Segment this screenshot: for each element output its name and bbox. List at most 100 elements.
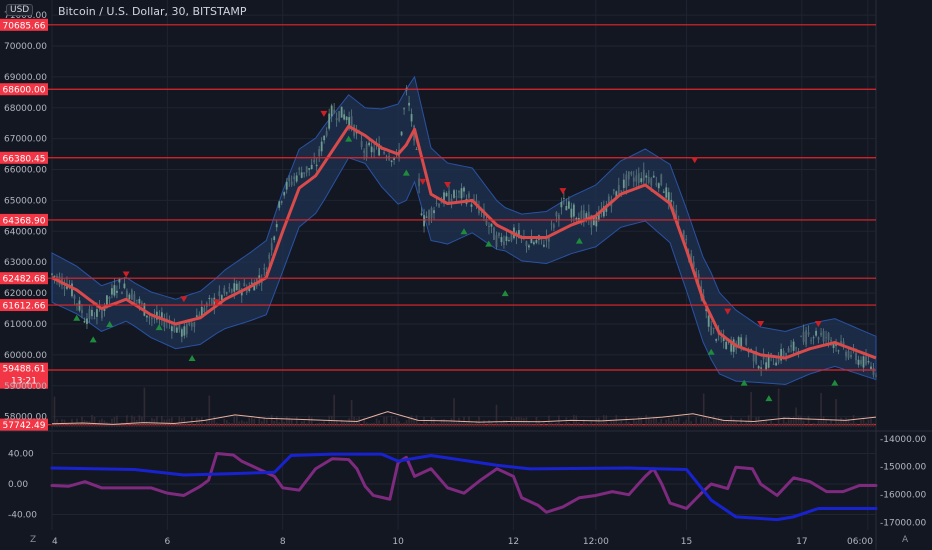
volume-bar: [400, 423, 403, 427]
candle-body: [775, 362, 778, 366]
candle-body: [183, 326, 186, 336]
volume-bar: [827, 423, 830, 427]
candle-body: [772, 364, 775, 365]
volume-bar: [802, 421, 805, 427]
volume-bar: [323, 421, 325, 427]
candle-body: [340, 106, 343, 118]
volume-bar: [315, 423, 318, 427]
volume-bar: [458, 417, 460, 427]
candle-body: [625, 174, 628, 188]
volume-bar: [755, 416, 757, 427]
osc-left-tick: -40.00: [8, 511, 37, 521]
candle-body: [498, 232, 500, 236]
auto-scale-button[interactable]: A: [902, 535, 908, 545]
candle-body: [420, 213, 423, 216]
candle-body: [345, 116, 348, 121]
volume-bar: [740, 418, 742, 427]
candle-body: [622, 179, 625, 188]
volume-bar: [368, 423, 370, 427]
volume-bar: [300, 421, 303, 427]
volume-bar: [203, 423, 206, 427]
volume-bar: [655, 417, 658, 427]
candle-body: [328, 113, 331, 129]
candle-body: [370, 146, 373, 153]
candle-body: [505, 236, 508, 242]
time-axis-tick: 4: [52, 537, 58, 547]
volume-bar: [737, 424, 740, 427]
volume-bar: [690, 421, 693, 427]
time-axis-tick: 12:00: [583, 537, 609, 547]
volume-bar: [860, 420, 862, 427]
candle-body: [470, 204, 473, 207]
level-tag-label: 68600.00: [3, 86, 46, 96]
candle-body: [185, 324, 188, 335]
volume-bar: [575, 415, 578, 427]
candle-body: [508, 240, 510, 241]
candle-body: [642, 169, 645, 181]
candle-body: [148, 316, 151, 318]
volume-bar: [862, 417, 865, 427]
candle-body: [225, 292, 228, 294]
candle-body: [582, 210, 585, 220]
price-chart[interactable]: 70685.66 68600.00 66380.45 64368.90 62482.68…: [0, 0, 932, 550]
volume-bar: [350, 399, 353, 427]
volume-bar: [820, 392, 822, 427]
volume-bar: [453, 398, 455, 427]
volume-bar: [630, 424, 633, 427]
candle-body: [88, 309, 91, 319]
volume-bar: [443, 418, 445, 427]
volume-bar: [188, 424, 191, 427]
candle-body: [865, 356, 867, 365]
candle-body: [757, 366, 760, 369]
volume-bar: [93, 416, 96, 427]
price-axis-tick: 69000.00: [4, 73, 47, 83]
candle-body: [298, 168, 301, 170]
volume-bar: [158, 423, 161, 427]
volume-bar: [488, 420, 490, 427]
volume-bar: [225, 420, 228, 427]
volume-bar: [420, 424, 423, 427]
volume-bar: [418, 423, 420, 427]
candle-body: [270, 243, 273, 251]
volume-bar: [308, 415, 310, 427]
volume-bar: [343, 422, 345, 427]
level-tag-label: 64368.90: [3, 216, 46, 226]
volume-bar: [460, 421, 463, 427]
volume-bar: [51, 423, 53, 427]
osc-right-tick: -15000.00: [880, 463, 926, 473]
candle-body: [403, 108, 405, 110]
volume-bar: [290, 419, 293, 427]
zoom-mode-button[interactable]: Z: [30, 535, 36, 545]
volume-bar: [825, 419, 827, 427]
volume-bar: [483, 420, 485, 427]
candle-body: [363, 150, 366, 153]
volume-bar: [360, 424, 363, 427]
volume-bar: [647, 418, 650, 427]
volume-bar: [533, 424, 535, 427]
volume-bar: [348, 418, 350, 427]
candle-body: [627, 171, 630, 180]
volume-bar: [161, 415, 163, 427]
volume-bar: [560, 424, 563, 427]
volume-bar: [388, 423, 390, 427]
volume-bar: [223, 418, 226, 427]
candle-body: [180, 329, 183, 337]
candle-body: [710, 326, 713, 336]
candle-body: [233, 283, 236, 292]
candle-body: [500, 237, 503, 243]
candle-body: [278, 201, 281, 208]
candle-body: [812, 337, 815, 339]
volume-bar: [493, 424, 495, 427]
volume-bar: [280, 418, 283, 427]
volume-bar: [665, 419, 668, 427]
volume-bar: [810, 424, 812, 427]
candle-body: [373, 148, 376, 153]
price-axis-tick: 68000.00: [4, 104, 47, 114]
candle-body: [807, 332, 810, 335]
volume-bar: [485, 424, 488, 427]
volume-bar: [600, 422, 603, 427]
candle-body: [533, 242, 535, 245]
volume-bar: [375, 418, 378, 427]
currency-label[interactable]: USD: [6, 4, 34, 16]
candle-body: [635, 175, 638, 182]
